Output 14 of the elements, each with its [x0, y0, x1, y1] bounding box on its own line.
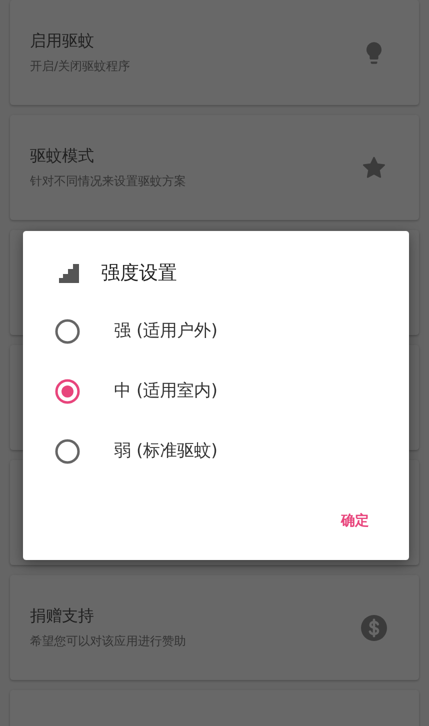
dollar-icon — [361, 614, 387, 640]
radio-option[interactable]: 弱 (标准驱蚊) — [23, 422, 409, 482]
setting-title: 启用驱蚊 — [30, 30, 94, 52]
radio-option[interactable]: 中 (适用室内) — [23, 362, 409, 422]
setting-title: 驱蚊模式 — [30, 144, 94, 166]
radio-button[interactable] — [55, 319, 80, 344]
confirm-button[interactable]: 确定 — [337, 509, 373, 534]
signal-strength-icon — [59, 263, 81, 284]
setting-title: 捐赠支持 — [30, 604, 94, 626]
radio-button[interactable] — [55, 379, 80, 404]
star-icon — [361, 154, 387, 180]
radio-option[interactable]: 强 (适用户外) — [23, 302, 409, 362]
radio-button[interactable] — [55, 439, 80, 464]
dialog-title: 强度设置 — [101, 261, 177, 286]
